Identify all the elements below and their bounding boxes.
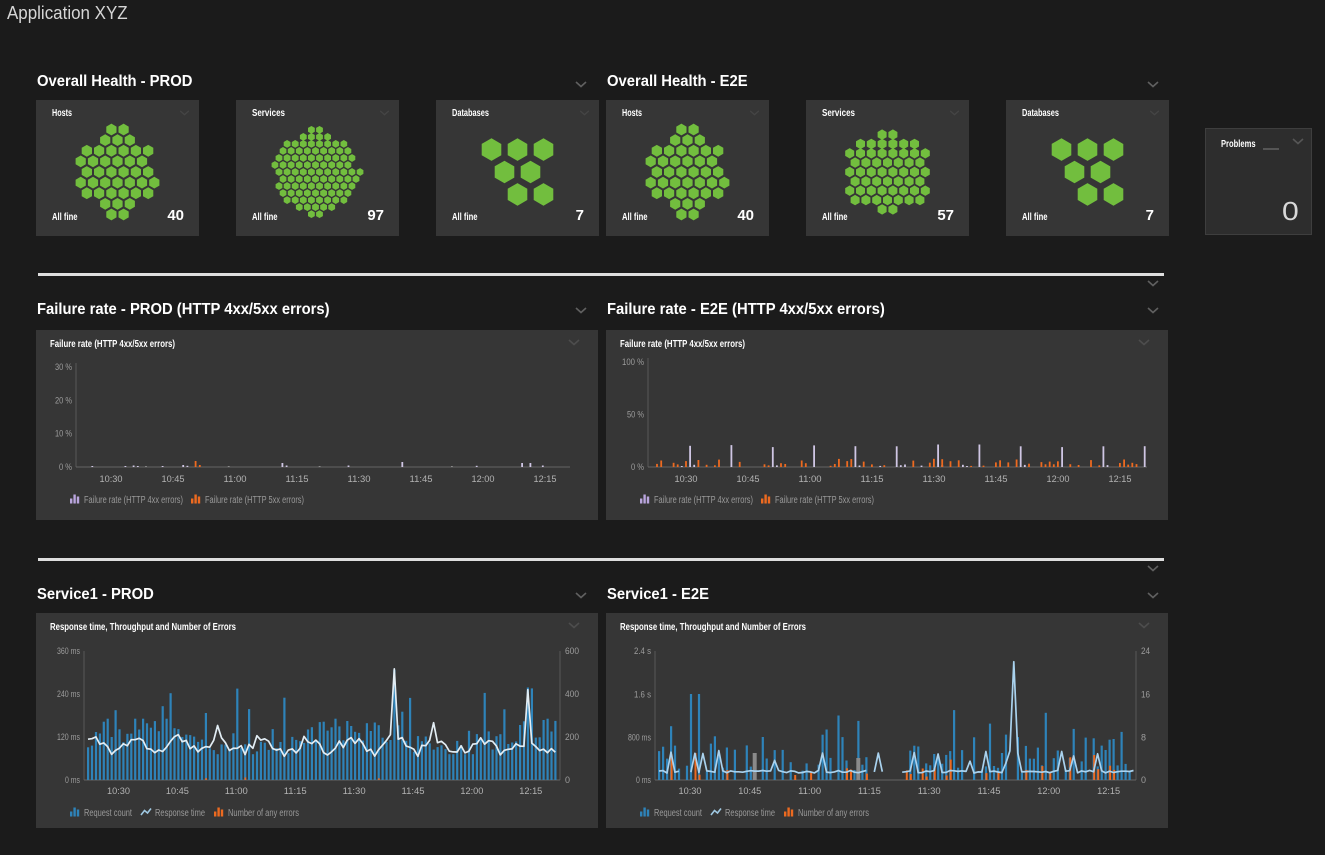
svg-text:10:45: 10:45 [162,474,185,485]
svg-text:11:45: 11:45 [410,474,433,485]
svg-text:11:30: 11:30 [348,474,371,485]
svg-text:Response time: Response time [725,808,775,819]
svg-text:100 %: 100 % [622,357,644,367]
svg-text:10:45: 10:45 [166,786,189,797]
svg-text:Request count: Request count [654,808,702,819]
svg-text:50 %: 50 % [627,410,644,420]
svg-text:12:15: 12:15 [534,474,557,485]
svg-text:12:00: 12:00 [1037,786,1060,797]
svg-text:120 ms: 120 ms [57,732,80,742]
svg-text:Request count: Request count [84,808,132,819]
svg-text:2.4 s: 2.4 s [634,646,651,656]
svg-text:Failure rate (HTTP 4xx/5xx err: Failure rate (HTTP 4xx/5xx errors) [620,339,745,350]
svg-text:11:00: 11:00 [225,786,248,797]
svg-text:10 %: 10 % [55,429,72,439]
svg-text:Failure rate (HTTP 4xx/5xx err: Failure rate (HTTP 4xx/5xx errors) [50,339,175,350]
svg-text:11:45: 11:45 [985,474,1008,485]
svg-text:11:00: 11:00 [224,474,247,485]
svg-text:30 %: 30 % [55,362,72,372]
svg-text:0 ms: 0 ms [65,775,80,785]
svg-text:0 %: 0 % [59,462,72,472]
svg-text:Number of any errors: Number of any errors [228,808,299,819]
svg-text:11:15: 11:15 [286,474,309,485]
svg-text:20 %: 20 % [55,395,72,405]
svg-text:12:15: 12:15 [1097,786,1120,797]
svg-text:11:00: 11:00 [799,474,822,485]
svg-text:10:45: 10:45 [737,474,760,485]
svg-text:Response time, Throughput and: Response time, Throughput and Number of … [50,622,236,633]
svg-text:Failure rate (HTTP 5xx errors): Failure rate (HTTP 5xx errors) [205,495,304,506]
svg-text:12:00: 12:00 [460,786,483,797]
svg-text:11:30: 11:30 [343,786,366,797]
svg-text:11:30: 11:30 [923,474,946,485]
svg-text:Response time: Response time [155,808,205,819]
svg-text:0 %: 0 % [631,462,644,472]
svg-text:11:15: 11:15 [284,786,307,797]
svg-text:400: 400 [565,689,579,699]
svg-text:24: 24 [1141,646,1150,656]
svg-text:10:30: 10:30 [675,474,698,485]
svg-text:11:15: 11:15 [861,474,884,485]
svg-text:12:00: 12:00 [472,474,495,485]
svg-text:240 ms: 240 ms [57,689,80,699]
svg-text:10:30: 10:30 [107,786,130,797]
svg-text:1.6 s: 1.6 s [634,690,651,700]
svg-text:Failure rate (HTTP 4xx errors): Failure rate (HTTP 4xx errors) [84,495,183,506]
svg-text:10:45: 10:45 [738,786,761,797]
svg-text:11:45: 11:45 [978,786,1001,797]
svg-text:600: 600 [565,646,579,656]
svg-text:Failure rate (HTTP 5xx errors): Failure rate (HTTP 5xx errors) [775,495,874,506]
svg-text:11:30: 11:30 [918,786,941,797]
svg-text:8: 8 [1141,733,1146,743]
svg-text:12:15: 12:15 [1109,474,1132,485]
svg-text:11:45: 11:45 [402,786,425,797]
svg-text:0 ms: 0 ms [636,775,651,785]
svg-text:Response time, Throughput and: Response time, Throughput and Number of … [620,622,806,633]
svg-text:10:30: 10:30 [679,786,702,797]
svg-text:800 ms: 800 ms [628,733,651,743]
svg-text:0: 0 [1141,775,1146,785]
svg-text:200: 200 [565,732,579,742]
svg-text:16: 16 [1141,690,1150,700]
svg-text:Failure rate (HTTP 4xx errors): Failure rate (HTTP 4xx errors) [654,495,753,506]
svg-text:12:00: 12:00 [1047,474,1070,485]
svg-text:360 ms: 360 ms [57,646,80,656]
svg-text:0: 0 [565,775,570,785]
svg-text:Number of any errors: Number of any errors [798,808,869,819]
svg-text:10:30: 10:30 [100,474,123,485]
svg-text:11:15: 11:15 [858,786,881,797]
svg-text:12:15: 12:15 [519,786,542,797]
svg-text:11:00: 11:00 [798,786,821,797]
